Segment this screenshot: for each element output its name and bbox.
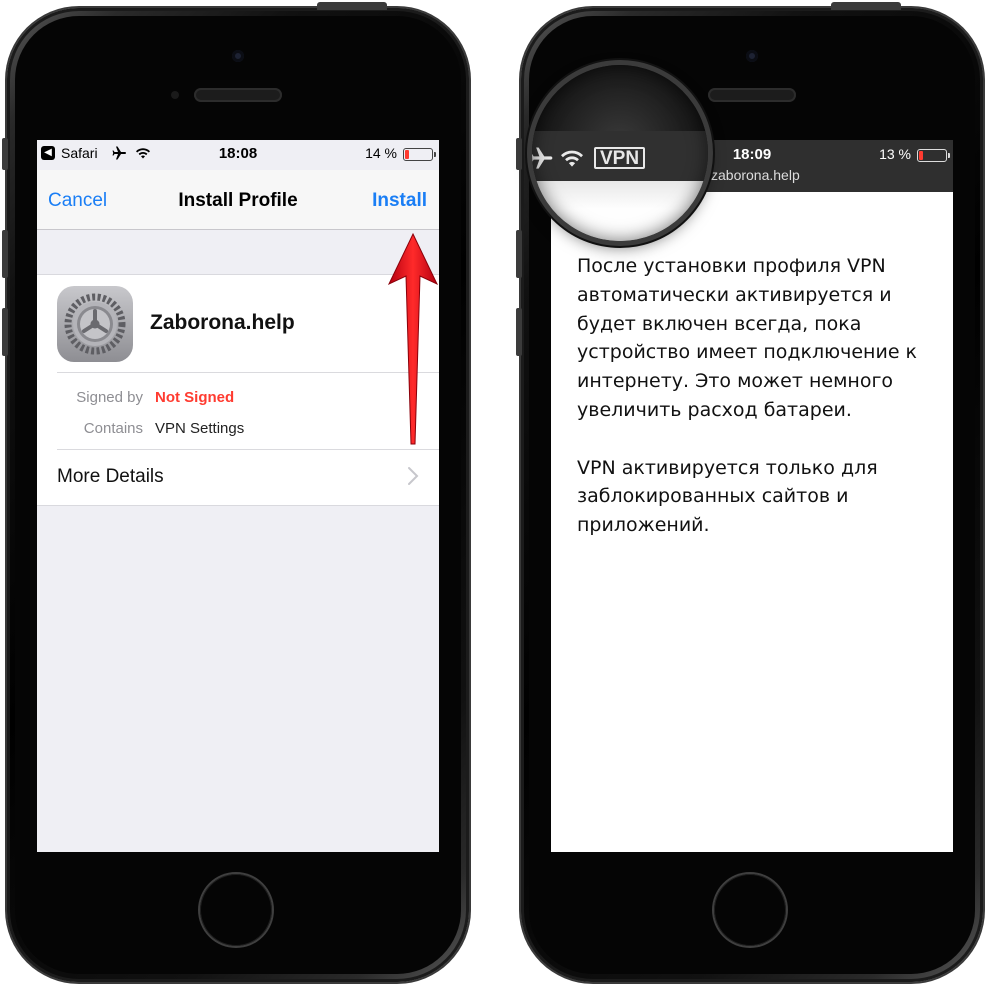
power-button	[831, 2, 901, 10]
red-arrow-icon	[387, 232, 439, 445]
battery-percent: 13 %	[879, 146, 911, 162]
battery-icon	[917, 149, 950, 162]
earpiece-speaker	[708, 88, 796, 102]
signed-by-value: Not Signed	[155, 389, 235, 406]
cancel-button[interactable]: Cancel	[48, 190, 107, 212]
magnifier-lens: VPN	[532, 65, 708, 241]
vpn-info-screen: 18:09 13 % zaborona.help После установки…	[551, 140, 953, 852]
profile-card: Zaborona.help Signed by Not Signed Conta…	[37, 274, 439, 506]
phone-left: ◀ Safari 18:08 14 % Cancel Install Profi…	[2, 2, 469, 982]
divider	[57, 372, 439, 373]
mute-switch	[2, 138, 8, 170]
volume-down-button	[516, 308, 522, 356]
more-details-row[interactable]: More Details	[57, 466, 164, 488]
vpn-description: После установки профиля VPN автоматическ…	[577, 252, 937, 569]
mute-switch	[516, 138, 522, 170]
divider	[57, 449, 439, 450]
install-button[interactable]: Install	[372, 190, 427, 212]
chevron-right-icon[interactable]	[407, 466, 419, 486]
contains-label: Contains	[83, 420, 143, 437]
front-camera	[746, 50, 758, 62]
status-bar: ◀ Safari 18:08 14 %	[37, 140, 439, 170]
profile-name: Zaborona.help	[150, 311, 295, 334]
home-button[interactable]	[714, 874, 786, 946]
volume-up-button	[2, 230, 8, 278]
contains-value: VPN Settings	[155, 420, 245, 437]
home-button[interactable]	[200, 874, 272, 946]
magnified-page-area	[532, 181, 708, 241]
paragraph-1: После установки профиля VPN автоматическ…	[577, 255, 918, 421]
power-button	[317, 2, 387, 10]
paragraph-2: VPN активируется только для заблокирован…	[577, 456, 878, 537]
settings-gear-icon	[57, 286, 133, 362]
navigation-bar: Cancel Install Profile Install	[37, 170, 439, 230]
url-label[interactable]: zaborona.help	[711, 167, 800, 183]
vpn-badge: VPN	[594, 147, 646, 169]
volume-down-button	[2, 308, 8, 356]
earpiece-speaker	[194, 88, 282, 102]
battery-percent: 14 %	[365, 145, 397, 161]
install-profile-screen: ◀ Safari 18:08 14 % Cancel Install Profi…	[37, 140, 439, 852]
proximity-sensor	[171, 91, 179, 99]
signed-by-label: Signed by	[76, 389, 143, 406]
volume-up-button	[516, 230, 522, 278]
front-camera	[232, 50, 244, 62]
wifi-icon	[561, 150, 583, 167]
airplane-icon	[532, 147, 553, 169]
battery-icon	[403, 148, 436, 161]
